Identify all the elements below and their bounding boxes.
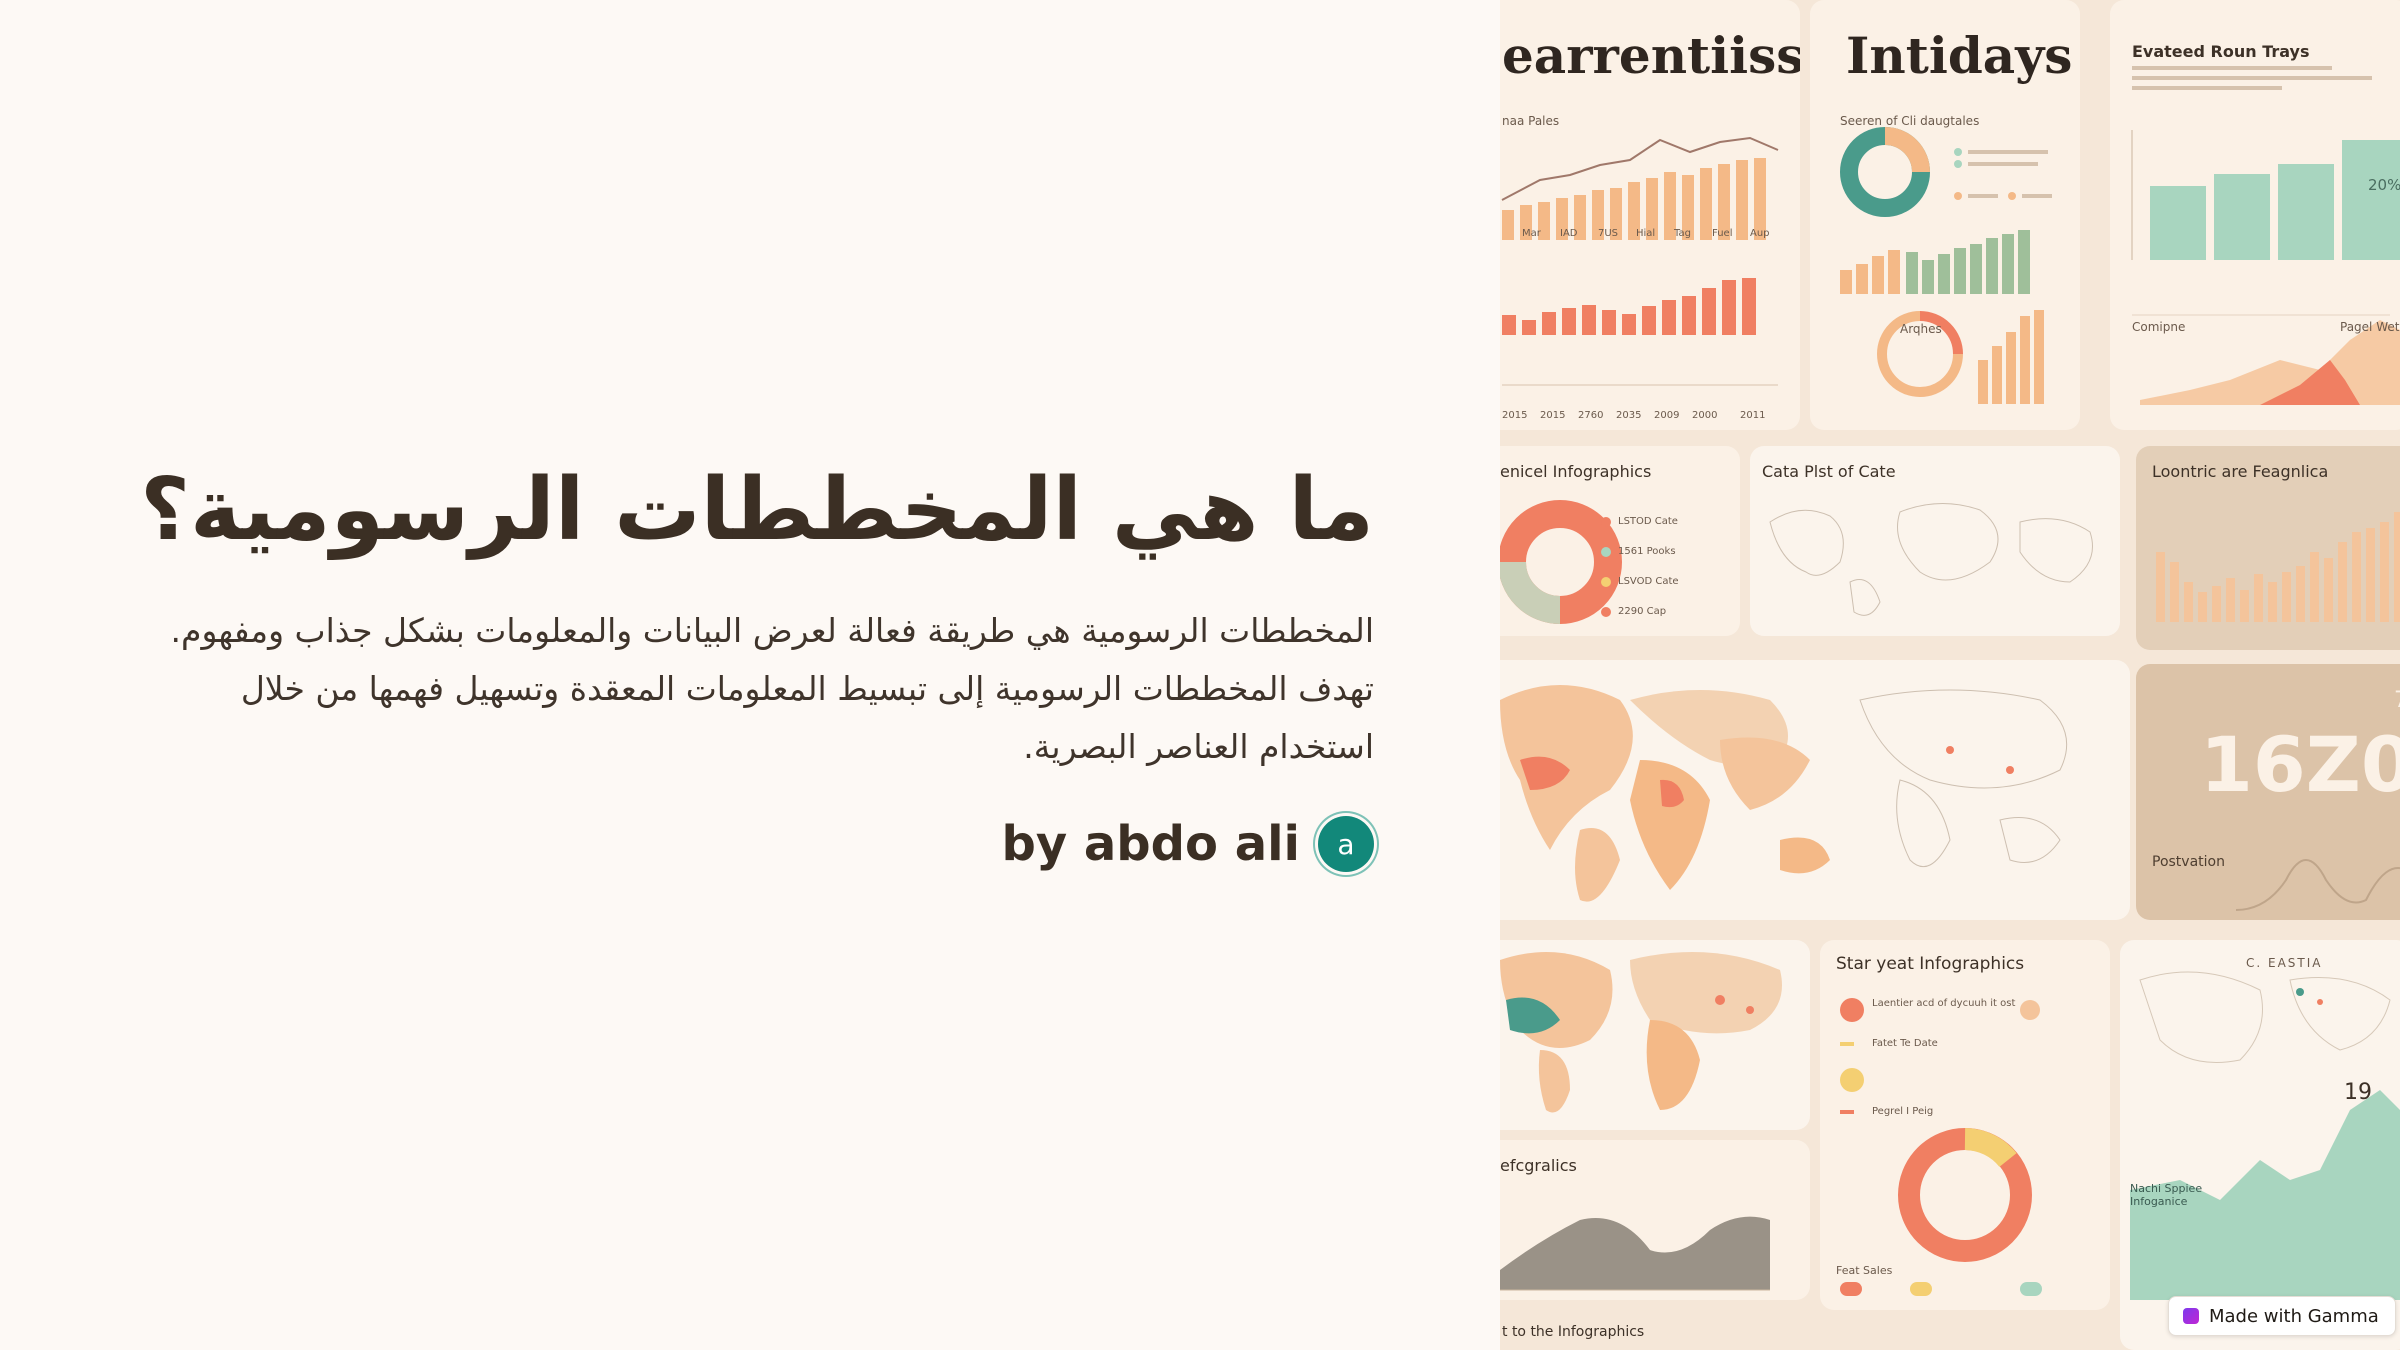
- tick-label: Aup: [1750, 228, 1770, 239]
- tick-label: Hial: [1636, 228, 1656, 239]
- panel-label: Pagel Wet: [2340, 320, 2400, 334]
- legend-label: LSVOD Cate: [1618, 576, 1679, 587]
- panel-world-map: [1500, 660, 2130, 920]
- leontric-bar-graphic: [2156, 512, 2400, 622]
- tick-label: 2009: [1654, 410, 1680, 421]
- tick-label: Mar: [1522, 228, 1541, 239]
- text-column: ما هي المخططات الرسومية؟ المخططات الرسوم…: [120, 440, 1375, 872]
- panel-title: Loontric are Feagnlica: [2152, 462, 2329, 481]
- panel-east-map: C. EASTIA 19 Nachi Sppiee Infoganice: [2120, 940, 2400, 1350]
- tick-label: Tag: [1674, 228, 1691, 239]
- tick-label: 2000: [1692, 410, 1718, 421]
- area-chart-graphic: [1500, 1216, 1770, 1291]
- tick-label: IAD: [1560, 228, 1578, 239]
- panel-leontric-bars: Loontric are Feagnlica: [2136, 446, 2400, 650]
- author-name: by abdo ali: [1001, 816, 1300, 872]
- tick-label: Fuel: [1712, 228, 1733, 239]
- tick-label: 2015: [1502, 410, 1528, 421]
- paragraph-line: استخدام العناصر البصرية.: [1023, 727, 1374, 766]
- big-number-side: 74: [2394, 688, 2400, 713]
- infographics-collage-image: earrentiiss naa Pales Mar IAD 7US Hial T…: [1500, 0, 2400, 1350]
- panel-label: Nachi Sppiee Infoganice: [2130, 1182, 2203, 1208]
- panel-sales-chart: earrentiiss naa Pales Mar IAD 7US Hial T…: [1500, 0, 1800, 430]
- panel-label: Comipne: [2132, 320, 2186, 334]
- tick-label: 2760: [1578, 410, 1604, 421]
- panel-area-chart: efcgralics: [1500, 1140, 1810, 1300]
- slide-title: ما هي المخططات الرسومية؟: [140, 460, 1375, 560]
- badge-label: Made with Gamma: [2209, 1305, 2379, 1327]
- donut-bars-graphic: [1840, 127, 2052, 404]
- star-item: Laentier acd of dycuuh it ost: [1872, 998, 2016, 1009]
- panel-label: Feat Sales: [1836, 1264, 1893, 1277]
- panel-donut-chart: Intidays Seeren of Cli daugtales Arqhes: [1810, 0, 2080, 430]
- panel-infographics-donut: enicel Infographics LSTOD Cate 1561 Pook…: [1500, 446, 1740, 636]
- panel-outline-map: Cata Plst of Cate: [1750, 446, 2120, 636]
- tick-label: 2015: [1540, 410, 1566, 421]
- gamma-logo-icon: [2183, 1308, 2199, 1324]
- star-item: Pegrel I Peig: [1872, 1106, 1934, 1117]
- author-byline: a by abdo ali: [120, 816, 1374, 872]
- small-map-graphic: [1500, 952, 1782, 1113]
- bar-line-chart-graphic: [1501, 136, 1779, 386]
- panel-title: enicel Infographics: [1500, 462, 1652, 481]
- collage-heading: Evateed Roun Trays: [2132, 42, 2310, 61]
- paragraph-line: تهدف المخططات الرسومية إلى تبسيط المعلوم…: [240, 669, 1374, 708]
- made-with-gamma-badge[interactable]: Made with Gamma: [2168, 1296, 2396, 1336]
- slide-paragraph: المخططات الرسومية هي طريقة فعالة لعرض ال…: [120, 602, 1374, 776]
- star-item: Fatet Te Date: [1872, 1038, 1938, 1049]
- legend-label: LSTOD Cate: [1618, 516, 1678, 527]
- panel-big-number: 16Z0 74 Postvation: [2136, 664, 2400, 920]
- paragraph-line: المخططات الرسومية هي طريقة فعالة لعرض ال…: [170, 611, 1374, 650]
- outline-map-graphic: [1769, 503, 2093, 616]
- tick-label: 2011: [1740, 410, 1766, 421]
- panel-small-map: [1500, 940, 1810, 1130]
- panel-mint-bars: Evateed Roun Trays 20% Comipne Pagel Wet: [2110, 0, 2400, 430]
- collage-heading: Intidays: [1846, 26, 2073, 85]
- number-label: 19: [2344, 1080, 2372, 1105]
- percent-label: 20%: [2368, 176, 2400, 194]
- panel-label: Arqhes: [1900, 322, 1942, 336]
- wave-graphic: [2235, 859, 2400, 911]
- slide: ما هي المخططات الرسومية؟ المخططات الرسوم…: [0, 0, 2400, 1350]
- legend-label: 1561 Pooks: [1618, 546, 1676, 557]
- panel-star-year: Star yeat Infographics Laentier acd of d…: [1820, 940, 2110, 1310]
- avatar[interactable]: a: [1318, 816, 1374, 872]
- panel-title: efcgralics: [1500, 1156, 1577, 1175]
- tick-label: 2035: [1616, 410, 1642, 421]
- star-year-graphic: [1840, 998, 2042, 1296]
- mint-bar-graphic: [2131, 66, 2400, 405]
- big-number: 16Z0: [2200, 720, 2400, 809]
- legend-label: 2290 Cap: [1618, 606, 1667, 617]
- bottom-caption: t to the Infographics: [1502, 1324, 1645, 1340]
- east-map-area-graphic: [2130, 971, 2400, 1300]
- world-map-graphic: [1500, 685, 2068, 902]
- tick-label: 7US: [1598, 228, 1619, 239]
- panel-title: Cata Plst of Cate: [1762, 462, 1896, 481]
- collage-heading: earrentiiss: [1502, 26, 1800, 85]
